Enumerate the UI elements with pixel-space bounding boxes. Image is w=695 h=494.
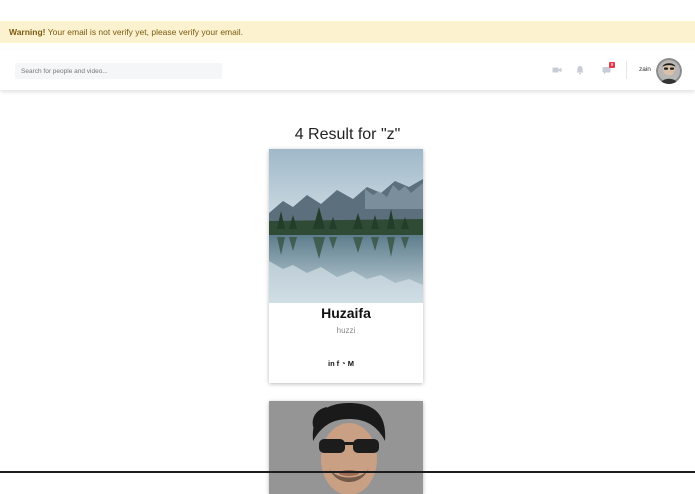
social-links: in f ◔ M [328,359,354,369]
top-nav-bar: 9 zain [0,50,695,90]
profile-name: Huzaifa [321,305,371,321]
search-input[interactable] [15,63,222,79]
profile-card[interactable] [269,401,423,494]
message-badge: 9 [609,62,615,68]
profile-photo [269,401,423,494]
profile-handle: huzzi [336,326,356,335]
github-icon[interactable]: ◔ [341,359,346,369]
user-avatar[interactable] [656,58,682,84]
bottom-border [0,471,695,473]
nav-divider [626,61,627,79]
email-warning-banner: Warning! Your email is not verify yet, p… [0,21,695,43]
profile-card[interactable]: Huzaifa huzzi in f ◔ M [269,149,423,383]
video-icon[interactable] [552,65,562,75]
page: Warning! Your email is not verify yet, p… [0,0,695,494]
facebook-icon[interactable]: f [337,359,340,369]
username-label[interactable]: zain [639,65,651,75]
message-icon[interactable]: 9 [602,62,615,75]
bell-icon[interactable] [575,65,585,75]
medium-icon[interactable]: M [348,359,354,369]
profile-cover-image [269,149,423,303]
warning-label: Warning! [9,27,46,37]
linkedin-icon[interactable]: in [328,359,335,369]
results-title: 4 Result for "z" [294,126,401,143]
warning-message: Your email is not verify yet, please ver… [45,27,243,37]
